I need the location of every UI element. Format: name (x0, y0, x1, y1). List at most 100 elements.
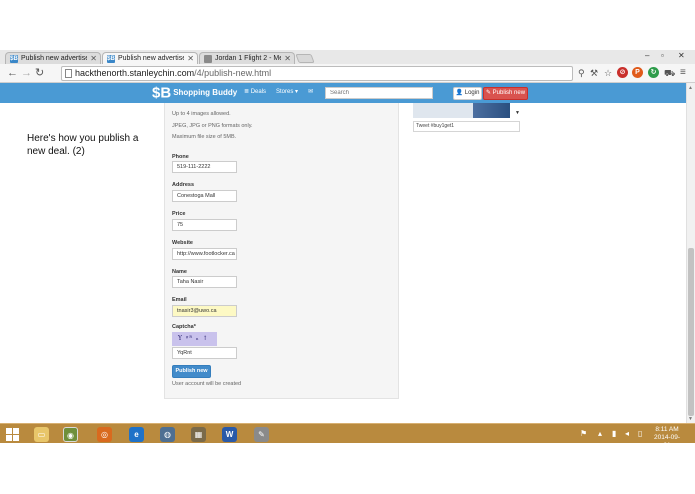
email-label: Email (172, 297, 187, 303)
tab-strip: $B Publish new advertiseme ✕ $B Publish … (0, 50, 695, 64)
bottom-blank-area (0, 443, 695, 494)
website-label: Website (172, 240, 193, 246)
mail-icon[interactable]: ✉ (308, 88, 313, 95)
pencil-icon: ✎ (485, 90, 491, 96)
address-field[interactable] (172, 190, 237, 202)
tab-publish-1[interactable]: $B Publish new advertiseme ✕ (5, 52, 101, 64)
volume-icon[interactable]: ◂ (625, 429, 629, 438)
page-scrollbar[interactable]: ▲ ▼ (686, 83, 695, 423)
captcha-field[interactable] (172, 347, 237, 359)
action-center-icon[interactable]: ⚑ (580, 429, 587, 438)
tab-jordan[interactable]: Jordan 1 Flight 2 - Men's ✕ (199, 52, 295, 64)
deal-image-strip (413, 103, 510, 118)
windows-logo-icon (6, 435, 12, 441)
minimize-icon[interactable]: – (645, 51, 649, 60)
address-label: Address (172, 182, 195, 188)
sidebar-widget: ▼ Tweet #buy1get1 (413, 103, 522, 132)
page-favicon-icon (204, 55, 212, 63)
user-icon: 👤 (455, 90, 464, 96)
paint-icon[interactable]: ✎ (254, 427, 269, 442)
address-bar[interactable]: hackthenorth.stanleychin.com/4/publish-n… (61, 66, 573, 81)
nav-deals-label: Deals (250, 89, 267, 95)
publish-new-nav-button[interactable]: ✎ Publish new (483, 87, 528, 100)
media-player-icon[interactable]: ◍ (160, 427, 175, 442)
phone-field[interactable] (172, 161, 237, 173)
wrench-icon[interactable]: ⚒ (590, 66, 598, 80)
page-icon (65, 69, 72, 78)
site-search-input[interactable] (325, 87, 433, 99)
url-path: /4/publish-new.html (194, 68, 272, 78)
hint-images: Up to 4 images allowed. (172, 111, 231, 117)
word-icon[interactable]: W (222, 427, 237, 442)
login-label: Login (464, 90, 480, 96)
publish-nav-label: Publish new (492, 90, 526, 96)
scroll-down-icon[interactable]: ▼ (688, 416, 693, 422)
account-note: User account will be created (172, 381, 242, 387)
close-icon[interactable]: ✕ (187, 53, 194, 64)
windows-taskbar: ▭ ◉ ◎ e ◍ ▦ W ✎ ⚑ ▴ ▮ ◂ ▯ 8:11 AM 2014-0… (0, 423, 695, 449)
brand-logo[interactable]: $B Shopping Buddy (152, 84, 237, 102)
close-icon[interactable]: ✕ (90, 53, 97, 64)
nav-deals[interactable]: ≣ Deals (244, 88, 266, 95)
captcha-image: Y ᵍᴿ ₙ ↑ (172, 332, 217, 346)
brand-name: Shopping Buddy (173, 88, 238, 98)
browser-toolbar: ← → ↻ hackthenorth.stanleychin.com/4/pub… (0, 64, 695, 83)
tweet-text: Tweet #buy1get1 (416, 123, 455, 129)
close-icon[interactable]: ✕ (284, 53, 291, 64)
tab-label: Publish new advertiseme (118, 55, 184, 62)
firefox-icon[interactable]: ◎ (97, 427, 112, 442)
shopping-buddy-favicon-icon: $B (10, 55, 18, 63)
start-button[interactable] (6, 428, 19, 441)
name-label: Name (172, 269, 187, 275)
nav-stores-label: Stores (276, 89, 294, 95)
windows-logo-icon (13, 428, 19, 434)
clock-time: 8:11 AM (655, 426, 679, 433)
menu-icon[interactable]: ≡ (680, 66, 686, 80)
tray-arrow-icon[interactable]: ▴ (598, 429, 602, 438)
website-field[interactable] (172, 248, 237, 260)
email-field[interactable] (172, 305, 237, 317)
bookmark-star-icon[interactable]: ☆ (604, 66, 612, 80)
scroll-up-icon[interactable]: ▲ (688, 85, 693, 91)
publish-new-button[interactable]: Publish new (172, 365, 211, 378)
extension-stop-icon[interactable]: ⊘ (617, 67, 628, 78)
tweet-box[interactable]: Tweet #buy1get1 (413, 121, 520, 132)
extension-cart-icon[interactable]: ⛟ (664, 66, 675, 80)
windows-logo-icon (13, 435, 19, 441)
calculator-icon[interactable]: ▦ (191, 427, 206, 442)
network-icon[interactable]: ▮ (612, 429, 616, 438)
phone-label: Phone (172, 154, 189, 160)
back-arrow-icon[interactable]: ← (7, 66, 18, 80)
window-close-icon[interactable]: ✕ (678, 51, 685, 60)
dropdown-arrow-icon[interactable]: ▼ (515, 110, 520, 116)
maximize-icon[interactable]: ▫ (661, 51, 664, 60)
tab-label: Jordan 1 Flight 2 - Men's (215, 55, 281, 62)
extension-refresh-icon[interactable]: ↻ (648, 67, 659, 78)
price-label: Price (172, 211, 186, 217)
forward-arrow-icon[interactable]: → (21, 66, 32, 80)
tutorial-caption: Here's how you publish a new deal. (2) (27, 133, 139, 157)
tab-publish-2[interactable]: $B Publish new advertiseme ✕ (102, 52, 198, 64)
reload-icon[interactable]: ↻ (35, 66, 44, 80)
extension-p-icon[interactable]: P (632, 67, 643, 78)
captcha-image-text: Y ᵍᴿ ₙ ↑ (178, 335, 209, 342)
scrollbar-thumb[interactable] (688, 248, 694, 416)
nav-stores[interactable]: Stores ▾ (276, 88, 298, 95)
windows-logo-icon (6, 428, 12, 434)
hint-size: Maximum file size of 5MB. (172, 134, 237, 140)
name-field[interactable] (172, 276, 237, 288)
login-button[interactable]: 👤 Login (453, 87, 482, 100)
file-explorer-icon[interactable]: ▭ (34, 427, 49, 442)
new-tab-button[interactable] (295, 54, 315, 63)
chrome-icon[interactable]: ◉ (63, 427, 78, 442)
screen: $B Publish new advertiseme ✕ $B Publish … (0, 0, 695, 494)
search-icon[interactable]: ⚲ (578, 66, 585, 80)
site-navbar: $BShopping Buddy ≣ Deals Stores ▾ ✉ 👤 Lo… (0, 83, 686, 103)
battery-icon[interactable]: ▯ (638, 429, 642, 438)
internet-explorer-icon[interactable]: e (129, 427, 144, 442)
tab-label: Publish new advertiseme (21, 55, 87, 62)
price-field[interactable] (172, 219, 237, 231)
shopping-buddy-favicon-icon: $B (107, 55, 115, 63)
url-domain: hackthenorth.stanleychin.com (75, 68, 195, 78)
captcha-label: Captcha* (172, 324, 196, 330)
